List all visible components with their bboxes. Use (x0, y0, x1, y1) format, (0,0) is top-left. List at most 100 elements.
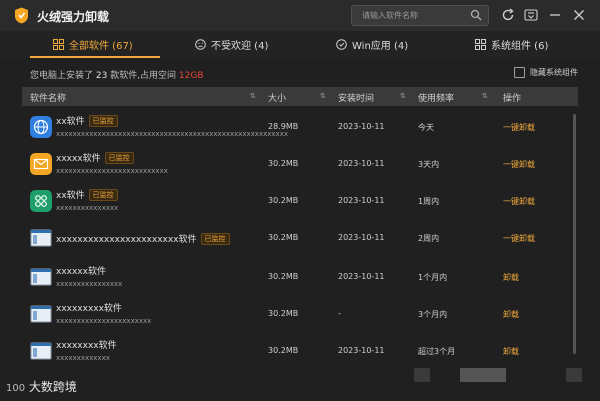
app-title: 火绒强力卸载 (37, 10, 110, 24)
tab-label: 全部软件 (67) (69, 41, 133, 52)
uninstall-button[interactable]: 卸载 (503, 309, 519, 320)
tab-label: 不受欢迎 (4) (211, 41, 269, 52)
app-description: xxxxxxxxxxxxxxxxxxxxxxx (56, 317, 152, 325)
header-name[interactable]: 软件名称 (30, 91, 66, 104)
table-row[interactable]: xxxxx软件 已监控 xxxxxxxxxxxxxxxxxxxxxxxxxxx 3… (22, 147, 572, 184)
search-icon[interactable] (470, 9, 482, 21)
table-row[interactable]: xx软件 已监控 xxxxxxxxxxxxxxxxxxxxxxxxxxxxxxxx… (22, 110, 572, 147)
app-name-text: xxxxxxxxxxxxxxxxxxxxxxx软件 (56, 235, 197, 245)
app-description: xxxxxxxxxxxxxxx (56, 204, 119, 212)
monitored-badge: 已监控 (88, 115, 118, 127)
install-date: 2023-10-11 (338, 196, 385, 205)
hide-system-toggle[interactable]: 隐藏系统组件 (514, 67, 578, 78)
app-size: 30.2MB (268, 233, 299, 242)
monitored-badge: 已监控 (104, 152, 134, 164)
sort-name-icon[interactable]: ⇅ (250, 92, 256, 100)
table-row[interactable]: xx软件 已监控 xxxxxxxxxxxxxxx 30.2MB 2023-10-1… (22, 184, 572, 221)
sort-date-icon[interactable]: ⇅ (400, 92, 406, 100)
tab-win-apps[interactable]: Win应用 (4) (336, 31, 408, 58)
usage-frequency: 3个月内 (418, 310, 448, 319)
search-box[interactable] (351, 5, 489, 26)
usage-frequency: 1周内 (418, 197, 440, 206)
monitored-badge: 已监控 (200, 233, 230, 245)
scrollbar[interactable] (573, 114, 576, 354)
install-date: 2023-10-11 (338, 159, 385, 168)
app-description: xxxxxxxxxxxxxxxx (56, 280, 123, 288)
install-date: 2023-10-11 (338, 272, 385, 281)
blurred-element (460, 368, 506, 382)
app-size: 30.2MB (268, 346, 299, 355)
table-header: 软件名称 ⇅ 大小 ⇅ 安装时间 ⇅ 使用频率 ⇅ 操作 (22, 87, 578, 106)
app-name-text: xx软件 (56, 117, 85, 127)
app-name: xxxxxxxxx软件 (56, 304, 122, 314)
app-name: xxxxx软件 已监控 (56, 151, 134, 164)
hide-system-label: 隐藏系统组件 (530, 68, 578, 77)
window-icon (30, 342, 52, 360)
uninstaller-window: 火绒强力卸载 请输入软件名称 全部软件 (67) 不受欢迎 (4) Win应用 … (0, 0, 600, 401)
usage-frequency: 1个月内 (418, 273, 448, 282)
header-size[interactable]: 大小 (268, 91, 286, 104)
app-size: 30.2MB (268, 272, 299, 281)
install-date: 2023-10-11 (338, 346, 385, 355)
tab-system-components[interactable]: 系统组件 (6) (475, 31, 548, 58)
summary-prefix: 您电脑上安装了 (30, 71, 96, 81)
category-tabs: 全部软件 (67) 不受欢迎 (4) Win应用 (4) 系统组件 (6) (0, 31, 600, 58)
uninstall-button[interactable]: 卸载 (503, 346, 519, 357)
blurred-element (566, 368, 582, 382)
command-icon (30, 190, 52, 212)
app-name: xx软件 已监控 (56, 114, 118, 127)
watermark: 100 大数跨境 (6, 378, 77, 395)
shield-logo-icon (15, 7, 28, 24)
hide-system-checkbox[interactable] (514, 67, 525, 78)
usage-frequency: 今天 (418, 123, 434, 132)
table-row[interactable]: xxxxxxxxxxxxxxxxxxxxxxx软件 已监控 30.2MB 2023… (22, 221, 572, 258)
app-size: 30.2MB (268, 196, 299, 205)
header-action: 操作 (503, 94, 522, 104)
window-icon (30, 229, 52, 247)
uninstall-button[interactable]: 一键卸载 (503, 159, 535, 170)
tab-label: 系统组件 (6) (491, 41, 549, 52)
app-name-text: xx软件 (56, 191, 85, 201)
app-size: 30.2MB (268, 309, 299, 318)
table-row[interactable]: xxxxxxxx软件 xxxxxxxxxxxxx 30.2MB 2023-10-… (22, 334, 572, 371)
uninstall-button[interactable]: 一键卸载 (503, 196, 535, 207)
active-tab-indicator (30, 56, 160, 58)
menu-icon[interactable] (524, 8, 538, 22)
table-row[interactable]: xxxxxxxxx软件 xxxxxxxxxxxxxxxxxxxxxxx 30.2… (22, 297, 572, 334)
app-description: xxxxxxxxxxxxxxxxxxxxxxxxxxxxxxxxxxxxxxxx… (56, 130, 288, 138)
title-bar: 火绒强力卸载 (0, 0, 600, 31)
tab-label: Win应用 (4) (352, 41, 409, 52)
tab-all-software[interactable]: 全部软件 (67) (53, 31, 133, 58)
header-frequency[interactable]: 使用频率 (418, 91, 454, 104)
close-icon[interactable] (572, 8, 586, 22)
install-date: 2023-10-11 (338, 233, 385, 242)
app-name: xxxxxx软件 (56, 267, 106, 277)
table-row[interactable]: xxxxxx软件 xxxxxxxxxxxxxxxx 30.2MB 2023-10… (22, 260, 572, 297)
uninstall-button[interactable]: 卸载 (503, 272, 519, 283)
windows-icon (336, 39, 347, 50)
sort-frequency-icon[interactable]: ⇅ (482, 92, 488, 100)
minimize-icon[interactable] (548, 8, 562, 22)
uninstall-button[interactable]: 一键卸载 (503, 233, 535, 244)
grid-icon (53, 39, 64, 50)
app-description: xxxxxxxxxxxxxxxxxxxxxxxxxxx (56, 167, 168, 175)
search-input[interactable] (362, 7, 462, 23)
header-install-date[interactable]: 安装时间 (338, 91, 374, 104)
watermark-text: 大数跨境 (28, 380, 77, 394)
sort-size-icon[interactable]: ⇅ (320, 92, 326, 100)
space-used: 12GB (178, 71, 204, 81)
uninstall-button[interactable]: 一键卸载 (503, 122, 535, 133)
blurred-element (414, 368, 430, 382)
software-count: 23 (95, 71, 108, 81)
app-size: 28.9MB (268, 122, 299, 131)
usage-frequency: 3天内 (418, 160, 440, 169)
mail-icon (30, 153, 52, 175)
app-size: 30.2MB (268, 159, 299, 168)
app-name-text: xxxxx软件 (56, 154, 101, 164)
watermark-number: 100 (6, 383, 26, 394)
refresh-icon[interactable] (501, 8, 515, 22)
usage-frequency: 超过3个月 (418, 347, 456, 356)
app-name: xxxxxxxx软件 (56, 341, 117, 351)
install-summary: 您电脑上安装了 23 款软件,占用空间 12GB (30, 68, 204, 81)
tab-unpopular[interactable]: 不受欢迎 (4) (195, 31, 268, 58)
